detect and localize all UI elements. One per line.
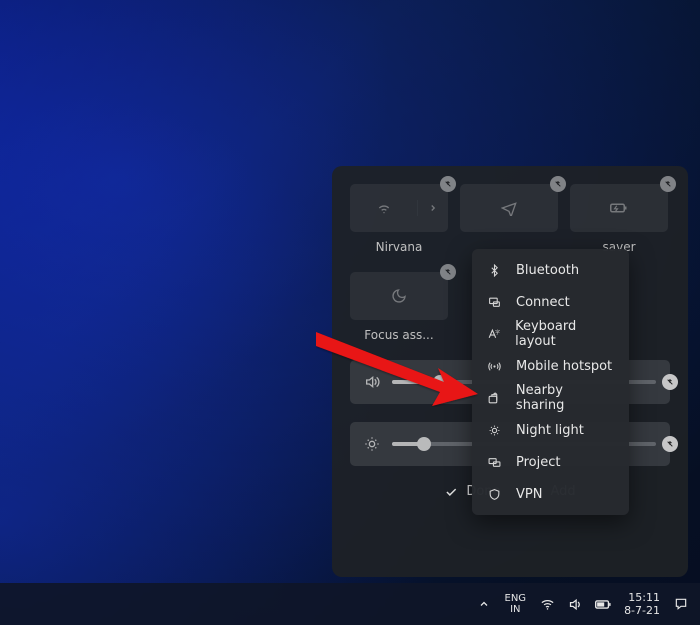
slider-thumb[interactable] (433, 375, 447, 389)
ctx-item-keyboard-layout[interactable]: 字 Keyboard layout (472, 318, 629, 350)
system-tray[interactable] (538, 597, 612, 612)
language-indicator[interactable]: ENG IN (505, 593, 527, 615)
bluetooth-icon (486, 264, 502, 277)
clock-time: 15:11 (628, 591, 660, 604)
ctx-label: Connect (516, 295, 570, 310)
notifications-icon[interactable] (672, 597, 690, 611)
taskbar: ENG IN 15:11 8-7-21 (0, 583, 700, 625)
wifi-tray-icon (538, 597, 556, 612)
ctx-label: Keyboard layout (515, 319, 615, 349)
tray-overflow-chevron-icon[interactable] (475, 598, 493, 610)
tile-battery-saver[interactable] (570, 184, 668, 232)
tile-wifi[interactable] (350, 184, 448, 232)
keyboard-layout-icon: 字 (486, 328, 501, 341)
clock-date: 8-7-21 (624, 604, 660, 617)
ctx-item-night-light[interactable]: Night light (472, 414, 629, 446)
ctx-item-vpn[interactable]: VPN (472, 478, 629, 510)
unpin-icon[interactable] (440, 176, 456, 192)
volume-icon (364, 374, 380, 390)
wifi-chevron-icon[interactable] (418, 203, 448, 213)
ctx-item-connect[interactable]: Connect (472, 286, 629, 318)
ctx-label: Mobile hotspot (516, 359, 612, 374)
ctx-item-bluetooth[interactable]: Bluetooth (472, 254, 629, 286)
ctx-item-project[interactable]: Project (472, 446, 629, 478)
clock[interactable]: 15:11 8-7-21 (624, 591, 660, 617)
ctx-item-nearby-sharing[interactable]: Nearby sharing (472, 382, 629, 414)
night-light-icon (486, 424, 502, 437)
ctx-label: Nearby sharing (516, 383, 615, 413)
tile-focus-label: Focus ass... (350, 328, 448, 342)
unpin-icon[interactable] (662, 374, 678, 390)
project-icon (486, 456, 502, 469)
tiles-row-1 (350, 184, 670, 232)
battery-saver-icon (610, 201, 628, 215)
tile-airplane[interactable] (460, 184, 558, 232)
ctx-label: Project (516, 455, 560, 470)
lang-top: ENG (505, 593, 527, 604)
volume-tray-icon (566, 597, 584, 612)
unpin-icon[interactable] (662, 436, 678, 452)
hotspot-icon (486, 360, 502, 373)
tile-focus-assist[interactable] (350, 272, 448, 320)
moon-icon (391, 288, 407, 304)
unpin-icon[interactable] (440, 264, 456, 280)
add-tile-context-menu: Bluetooth Connect 字 Keyboard layout Mobi… (472, 249, 629, 515)
connect-icon (486, 296, 502, 309)
ctx-label: VPN (516, 487, 542, 502)
svg-text:字: 字 (495, 328, 500, 335)
check-icon (444, 485, 458, 499)
wifi-icon (376, 200, 392, 216)
brightness-icon (364, 436, 380, 452)
ctx-item-mobile-hotspot[interactable]: Mobile hotspot (472, 350, 629, 382)
vpn-shield-icon (486, 488, 502, 501)
unpin-icon[interactable] (550, 176, 566, 192)
lang-bottom: IN (510, 604, 520, 615)
battery-tray-icon (594, 598, 612, 611)
airplane-icon (501, 200, 517, 216)
ctx-label: Night light (516, 423, 584, 438)
unpin-icon[interactable] (660, 176, 676, 192)
slider-thumb[interactable] (417, 437, 431, 451)
tile-wifi-label: Nirvana (350, 240, 448, 254)
nearby-sharing-icon (486, 392, 502, 405)
ctx-label: Bluetooth (516, 263, 579, 278)
